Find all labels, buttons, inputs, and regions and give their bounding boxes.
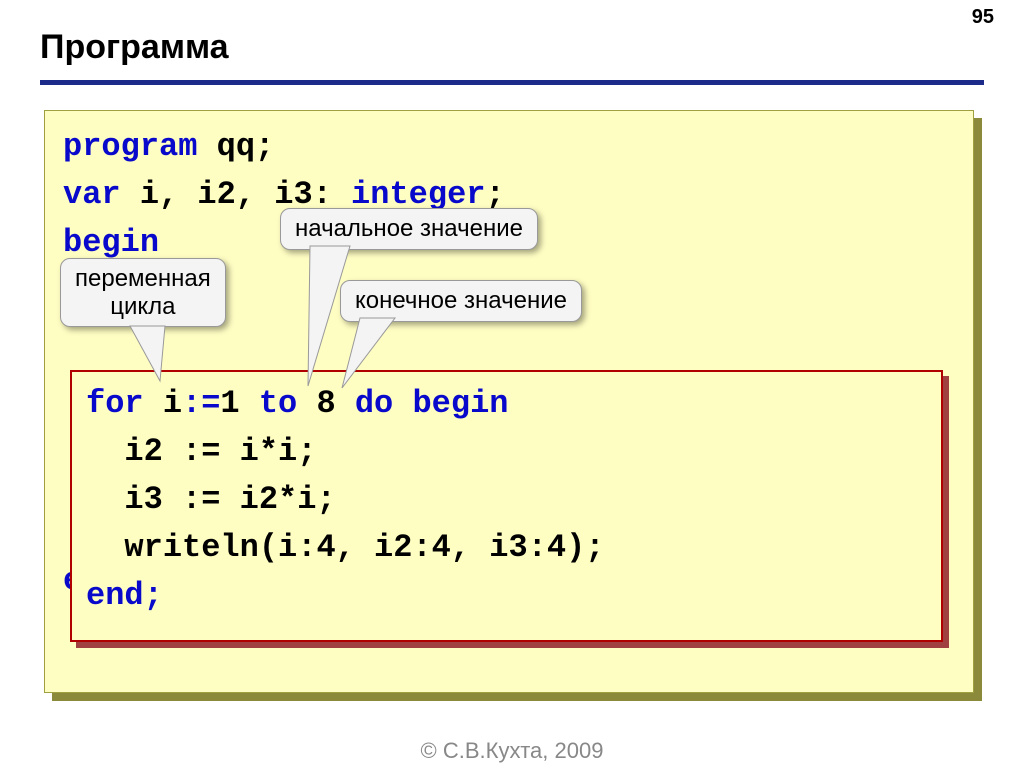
callout-tail-icon bbox=[340, 318, 420, 398]
slide-title: Программа bbox=[40, 28, 229, 67]
callout-loop-var-label: переменная цикла bbox=[60, 258, 226, 327]
title-rule bbox=[40, 80, 984, 85]
code-line-1: program qq; bbox=[63, 123, 955, 171]
footer-copyright: © С.В.Кухта, 2009 bbox=[0, 738, 1024, 764]
callout-end-value-label: конечное значение bbox=[340, 280, 582, 322]
callout-tail-icon bbox=[120, 326, 200, 386]
inner-line-5: end; bbox=[86, 572, 927, 620]
callout-start-value-label: начальное значение bbox=[280, 208, 538, 250]
inner-code-box: for i:=1 to 8 do begin i2 := i*i; i3 := … bbox=[70, 370, 943, 642]
inner-line-3: i3 := i2*i; bbox=[86, 476, 927, 524]
inner-line-4: writeln(i:4, i2:4, i3:4); bbox=[86, 524, 927, 572]
inner-line-1: for i:=1 to 8 do begin bbox=[86, 380, 927, 428]
inner-line-2: i2 := i*i; bbox=[86, 428, 927, 476]
page-number: 95 bbox=[972, 6, 994, 29]
